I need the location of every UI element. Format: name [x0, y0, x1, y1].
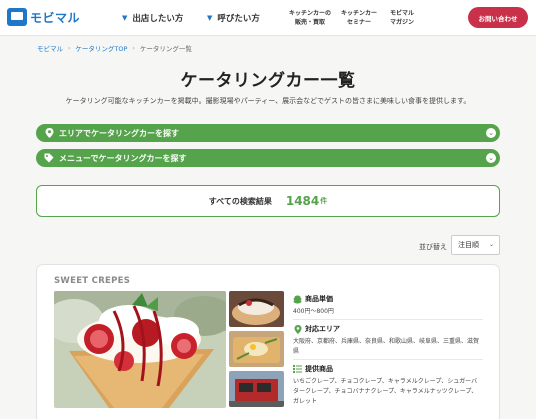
- nav-seminar[interactable]: キッチンカー セミナー: [341, 9, 377, 27]
- card-title: SWEET CREPES: [54, 276, 131, 286]
- area-label: 対応エリア: [305, 325, 340, 333]
- area-section: 対応エリア 大阪府、京都府、兵庫県、奈良県、和歌山県、岐阜県、三重県、滋賀県: [293, 324, 483, 357]
- crepe-photo[interactable]: [54, 291, 226, 408]
- nav-magazine[interactable]: モビマル マガジン: [390, 9, 414, 27]
- chevron-down-icon: ⌄: [488, 241, 494, 248]
- nav-hosts[interactable]: ▼ 呼びたい方: [207, 0, 260, 36]
- sort-select[interactable]: 注目順 ⌄: [451, 235, 500, 255]
- nav-shop-owners[interactable]: ▼ 出店したい方: [122, 0, 183, 36]
- divider: [293, 319, 483, 320]
- items-label: 提供商品: [305, 365, 333, 373]
- site-header: モビマル ▼ 出店したい方 ▼ 呼びたい方 キッチンカーの 販売・買取 キッチン…: [0, 0, 536, 36]
- result-unit: 件: [320, 197, 328, 205]
- coins-icon: [293, 295, 302, 304]
- site-logo[interactable]: モビマル: [7, 7, 80, 27]
- price-section: 商品単価 400円〜800円: [293, 294, 483, 317]
- divider: [293, 359, 483, 360]
- price-value: 400円〜800円: [293, 308, 334, 315]
- chevron-down-icon: ▼: [207, 14, 213, 22]
- sort-selected: 注目順: [458, 241, 479, 249]
- page-description: ケータリング可能なキッチンカーを掲載中。撮影現場やパーティー、展示会などでゲスト…: [65, 97, 471, 105]
- nav-small-line: 販売・買取: [295, 19, 326, 26]
- nav-label: 出店したい方: [132, 14, 184, 24]
- area-search-bar[interactable]: エリアでケータリングカーを探す ⌄: [36, 124, 500, 142]
- items-value: いちごクレープ、チョコクレープ、キャラメルクレープ、シュガーバタークレープ、チョ…: [293, 378, 478, 405]
- nav-small-line: キッチンカー: [341, 10, 378, 17]
- catering-card[interactable]: SWEET CREPES 商品単価 400円〜800円 対応エリア 大阪府、京都…: [36, 264, 500, 419]
- price-label: 商品単価: [305, 295, 333, 303]
- nav-small-line: キッチンカーの: [289, 10, 332, 17]
- chevron-right-icon: ›: [68, 44, 71, 52]
- logo-text: モビマル: [30, 10, 81, 25]
- result-label: すべての検索結果: [208, 196, 272, 206]
- menu-search-bar[interactable]: メニューでケータリングカーを探す ⌄: [36, 149, 500, 167]
- nav-small-line: セミナー: [347, 19, 372, 26]
- thumbnail-food-truck[interactable]: [229, 371, 284, 407]
- chevron-right-icon: ›: [132, 44, 135, 52]
- nav-small-line: モビマル: [390, 10, 415, 17]
- thumbnail-galette[interactable]: [229, 331, 284, 367]
- area-value: 大阪府、京都府、兵庫県、奈良県、和歌山県、岐阜県、三重県、滋賀県: [293, 338, 480, 355]
- list-icon: [293, 365, 302, 374]
- breadcrumb-catering-top[interactable]: ケータリングTOP: [75, 43, 127, 53]
- nav-label: 呼びたい方: [217, 14, 260, 24]
- area-search-label: エリアでケータリングカーを探す: [59, 128, 179, 138]
- menu-search-label: メニューでケータリングカーを探す: [59, 153, 187, 163]
- contact-button[interactable]: お問い合わせ: [468, 7, 528, 28]
- chevron-down-icon: ▼: [122, 14, 128, 22]
- chevron-down-icon: ⌄: [486, 128, 496, 138]
- logo-icon: [7, 8, 27, 26]
- map-pin-icon: [44, 128, 54, 138]
- tag-icon: [44, 153, 54, 163]
- breadcrumb-home[interactable]: モビマル: [37, 43, 63, 53]
- result-count-box: すべての検索結果 1484 件: [36, 185, 500, 217]
- result-count: 1484: [285, 194, 320, 208]
- page-title: ケータリングカー一覧: [180, 71, 356, 91]
- nav-small-line: マガジン: [390, 19, 415, 26]
- thumbnail-chocolate-crepe[interactable]: [229, 291, 284, 327]
- map-pin-icon: [293, 324, 302, 334]
- sort-label: 並び替え: [419, 243, 447, 251]
- breadcrumb-current: ケータリング一覧: [139, 45, 192, 53]
- items-section: 提供商品 いちごクレープ、チョコクレープ、キャラメルクレープ、シュガーバタークレ…: [293, 364, 483, 407]
- chevron-down-icon: ⌄: [486, 153, 496, 163]
- breadcrumb: モビマル › ケータリングTOP › ケータリング一覧: [37, 43, 192, 54]
- nav-kitchen-car-sales[interactable]: キッチンカーの 販売・買取: [289, 9, 331, 27]
